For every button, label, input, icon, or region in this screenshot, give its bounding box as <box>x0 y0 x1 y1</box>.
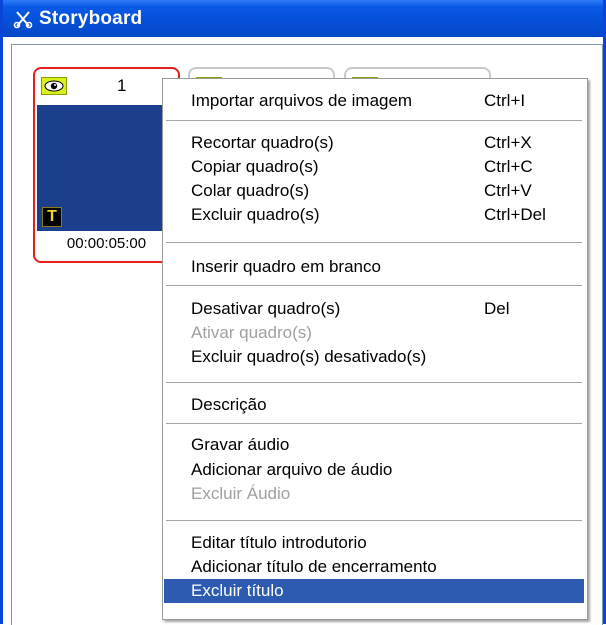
menu-item-shortcut: Ctrl+Del <box>484 205 546 224</box>
title-badge-icon[interactable]: T <box>42 207 62 227</box>
menu-separator <box>166 242 582 244</box>
context-menu: Importar arquivos de imagem Ctrl+I Recor… <box>162 78 588 620</box>
menu-item-label: Excluir quadro(s) <box>191 205 320 224</box>
menu-item-description[interactable]: Descrição <box>164 393 584 417</box>
menu-item-shortcut: Ctrl+V <box>484 181 532 200</box>
menu-item-copy-frames[interactable]: Copiar quadro(s) Ctrl+C <box>164 155 584 179</box>
frame-number: 1 <box>117 76 127 95</box>
menu-item-label: Excluir Áudio <box>191 484 291 503</box>
menu-item-label: Colar quadro(s) <box>191 181 310 200</box>
menu-separator <box>166 520 582 522</box>
menu-item-delete-audio[interactable]: Excluir Áudio <box>164 482 584 506</box>
frame-duration: 00:00:05:00 <box>66 235 147 252</box>
eye-icon[interactable] <box>41 77 67 95</box>
menu-item-label: Excluir quadro(s) desativado(s) <box>191 347 427 366</box>
menu-separator <box>166 120 582 122</box>
menu-item-add-closing-title[interactable]: Adicionar título de encerramento <box>164 555 584 579</box>
menu-item-label: Excluir título <box>191 581 284 600</box>
menu-item-delete-frames[interactable]: Excluir quadro(s) Ctrl+Del <box>164 203 584 227</box>
menu-separator <box>166 285 582 287</box>
menu-item-label: Gravar áudio <box>191 435 290 454</box>
menu-item-record-audio[interactable]: Gravar áudio <box>164 433 584 457</box>
menu-item-shortcut: Del <box>484 299 510 318</box>
menu-separator <box>166 423 582 425</box>
menu-item-delete-title[interactable]: Excluir título <box>164 579 584 603</box>
title-bar[interactable]: Storyboard <box>3 0 603 37</box>
menu-item-delete-deactivated-frames[interactable]: Excluir quadro(s) desativado(s) <box>164 345 584 369</box>
scissors-icon <box>13 9 33 29</box>
frame-thumbnail[interactable]: T <box>37 105 176 231</box>
storyboard-frame-1[interactable]: 1 T 00:00:05:00 <box>33 67 180 263</box>
menu-item-label: Inserir quadro em branco <box>191 257 381 276</box>
menu-item-shortcut: Ctrl+C <box>484 157 533 176</box>
menu-item-edit-intro-title[interactable]: Editar título introdutorio <box>164 531 584 555</box>
menu-item-shortcut: Ctrl+X <box>484 133 532 152</box>
menu-item-label: Adicionar arquivo de áudio <box>191 460 393 479</box>
menu-item-deactivate-frames[interactable]: Desativar quadro(s) Del <box>164 297 584 321</box>
window-title: Storyboard <box>39 7 143 29</box>
menu-item-import-images[interactable]: Importar arquivos de imagem Ctrl+I <box>164 89 584 113</box>
menu-item-label: Desativar quadro(s) <box>191 299 341 318</box>
menu-item-activate-frames[interactable]: Ativar quadro(s) <box>164 321 584 345</box>
menu-item-insert-blank-frame[interactable]: Inserir quadro em branco <box>164 255 584 279</box>
menu-item-shortcut: Ctrl+I <box>484 91 526 110</box>
menu-item-label: Editar título introdutorio <box>191 533 367 552</box>
menu-item-label: Adicionar título de encerramento <box>191 557 437 576</box>
menu-item-label: Importar arquivos de imagem <box>191 91 413 110</box>
menu-item-cut-frames[interactable]: Recortar quadro(s) Ctrl+X <box>164 131 584 155</box>
menu-item-label: Recortar quadro(s) <box>191 133 334 152</box>
menu-item-paste-frames[interactable]: Colar quadro(s) Ctrl+V <box>164 179 584 203</box>
menu-item-add-audio-file[interactable]: Adicionar arquivo de áudio <box>164 458 584 482</box>
menu-item-label: Descrição <box>191 395 267 414</box>
menu-item-label: Ativar quadro(s) <box>191 323 312 342</box>
menu-separator <box>166 382 582 384</box>
menu-item-label: Copiar quadro(s) <box>191 157 319 176</box>
